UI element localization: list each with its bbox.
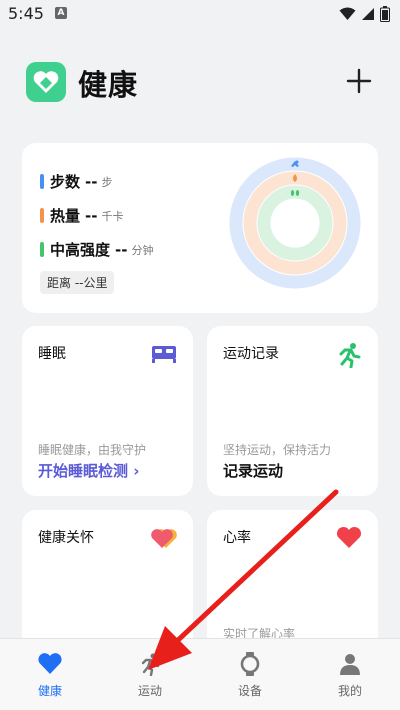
start-sleep-detection-link[interactable]: 开始睡眠检测 › (38, 460, 139, 481)
nav-item-exercise[interactable]: 运动 (100, 639, 200, 710)
nav-label-exercise: 运动 (137, 684, 162, 698)
nav-label-health: 健康 (37, 684, 62, 698)
battery-icon (380, 6, 390, 22)
page-title: 健康 (78, 68, 139, 102)
running-icon (141, 653, 160, 676)
app-logo (26, 62, 66, 102)
start-sleep-detection-label: 开始睡眠检测 (38, 462, 129, 480)
exercise-record-card[interactable]: 运动记录 坚持运动，保持活力 记录运动 (207, 326, 378, 496)
exercise-title: 运动记录 (223, 346, 279, 362)
health-care-card[interactable]: 健康关怀 (22, 510, 193, 650)
calories-label: 热量 (50, 207, 81, 225)
watch-icon (240, 652, 260, 676)
heart-icon (38, 653, 62, 674)
intensity-metric: 中高强度 -- 分钟 (40, 239, 153, 260)
nav-item-device[interactable]: 设备 (200, 639, 300, 710)
heart-rate-card[interactable]: 心率 实时了解心率 (207, 510, 378, 650)
nav-label-device: 设备 (237, 684, 262, 698)
heart-rate-title: 心率 (223, 530, 251, 546)
nav-item-health[interactable]: 健康 (0, 639, 100, 710)
signal-icon (362, 8, 374, 20)
steps-metric: 步数 -- 步 (40, 171, 112, 192)
plus-icon (346, 68, 372, 94)
steps-value: -- (85, 172, 98, 191)
status-bar: 5:45 A (0, 0, 400, 28)
notification-icon: A (55, 7, 67, 19)
nav-item-me[interactable]: 我的 (300, 639, 400, 710)
heart-icon (336, 526, 362, 548)
steps-unit: 步 (101, 175, 113, 189)
calories-unit: 千卡 (101, 209, 124, 223)
calories-color-bar (40, 208, 44, 223)
intensity-value: -- (115, 240, 128, 259)
add-button[interactable] (344, 66, 374, 96)
calories-value: -- (85, 206, 98, 225)
intensity-ring (257, 185, 333, 261)
steps-label: 步数 (50, 173, 81, 191)
bed-icon (152, 346, 176, 363)
calories-metric: 热量 -- 千卡 (40, 205, 123, 226)
logo-heart-icon (33, 71, 59, 93)
care-hearts-icon (151, 529, 177, 548)
sleep-title: 睡眠 (38, 346, 66, 362)
sleep-subtitle: 睡眠健康，由我守护 (38, 443, 147, 457)
running-icon (339, 343, 361, 368)
intensity-unit: 分钟 (131, 243, 154, 257)
chevron-right-icon: › (133, 462, 140, 480)
exercise-subtitle: 坚持运动，保持活力 (223, 443, 332, 457)
steps-color-bar (40, 174, 44, 189)
activity-summary-card[interactable]: 步数 -- 步 热量 -- 千卡 中高强度 -- 分钟 距离 --公里 (22, 143, 378, 313)
intensity-label: 中高强度 (50, 241, 111, 259)
record-exercise-link[interactable]: 记录运动 (223, 460, 283, 481)
status-time: 5:45 (8, 4, 44, 23)
distance-chip: 距离 --公里 (40, 271, 115, 294)
activity-rings (229, 157, 361, 289)
bottom-navigation: 健康 运动 设备 我的 (0, 638, 400, 710)
nav-label-me: 我的 (337, 684, 362, 698)
person-icon (340, 654, 360, 675)
care-title: 健康关怀 (38, 530, 94, 546)
status-icons (339, 6, 390, 22)
wifi-icon (339, 7, 356, 20)
intensity-color-bar (40, 242, 44, 257)
sleep-card[interactable]: 睡眠 睡眠健康，由我守护 开始睡眠检测 › (22, 326, 193, 496)
